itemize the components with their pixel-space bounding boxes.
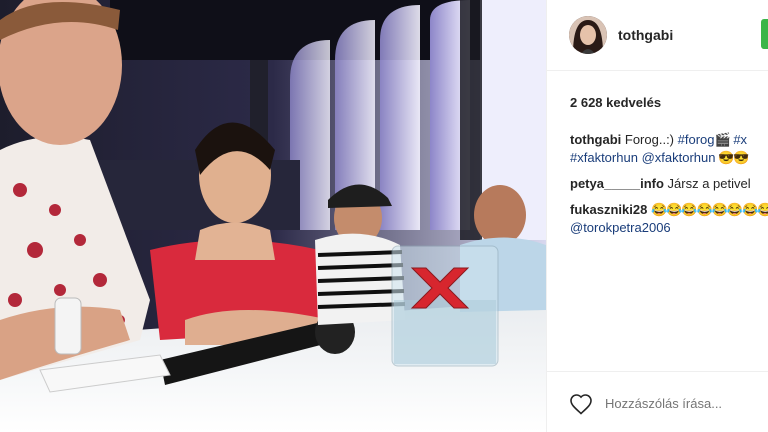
comment-emoji: 🎬	[714, 132, 731, 147]
photo-scene	[0, 0, 546, 432]
comment-item: petya_____info Jársz a petivel	[570, 175, 768, 193]
comment-emoji: 😎😎	[715, 150, 749, 165]
post-header: tothgabi	[547, 0, 768, 71]
post-sidebar: tothgabi 2 628 kedvelés tothgabi Forog..…	[546, 0, 768, 432]
hashtag-link[interactable]: #forog	[678, 132, 715, 147]
comment-bar	[547, 371, 768, 432]
comment-line: #xfaktorhun @xfaktorhun 😎😎	[570, 149, 768, 167]
post-photo[interactable]	[0, 0, 546, 432]
comment-text: Jársz a petivel	[667, 176, 751, 191]
comment-line: fukaszniki28 😂😂😂😂😂😂😂😂	[570, 201, 768, 219]
avatar[interactable]	[569, 16, 607, 54]
post-username[interactable]: tothgabi	[618, 27, 673, 43]
hashtag-link[interactable]: @torokpetra2006	[570, 220, 671, 235]
follow-button[interactable]	[761, 19, 768, 49]
comment-item: tothgabi Forog..:) #forog🎬 #x #xfaktorhun…	[570, 131, 768, 167]
comment-username[interactable]: petya_____info	[570, 176, 668, 191]
comment-input[interactable]	[605, 396, 755, 411]
comment-line: petya_____info Jársz a petivel	[570, 175, 768, 193]
hashtag-link[interactable]: @xfaktorhun	[642, 150, 716, 165]
comment-username[interactable]: fukaszniki28	[570, 202, 651, 217]
comment-emoji: 😂😂😂😂😂😂😂😂	[650, 202, 768, 217]
avatar-image	[569, 16, 607, 54]
comment-text: Forog..:)	[624, 132, 678, 147]
heart-icon[interactable]	[569, 393, 593, 415]
hashtag-link[interactable]: #x	[730, 132, 747, 147]
likes-count: 2 628 kedvelés	[570, 95, 662, 110]
comment-username[interactable]: tothgabi	[570, 132, 625, 147]
comment-item: fukaszniki28 😂😂😂😂😂😂😂😂 @torokpetra2006	[570, 201, 768, 237]
comment-line: tothgabi Forog..:) #forog🎬 #x	[570, 131, 768, 149]
comments-list: tothgabi Forog..:) #forog🎬 #x #xfaktorhun…	[570, 131, 768, 245]
hashtag-link[interactable]: #xfaktorhun	[570, 150, 638, 165]
comment-line: @torokpetra2006	[570, 219, 768, 237]
